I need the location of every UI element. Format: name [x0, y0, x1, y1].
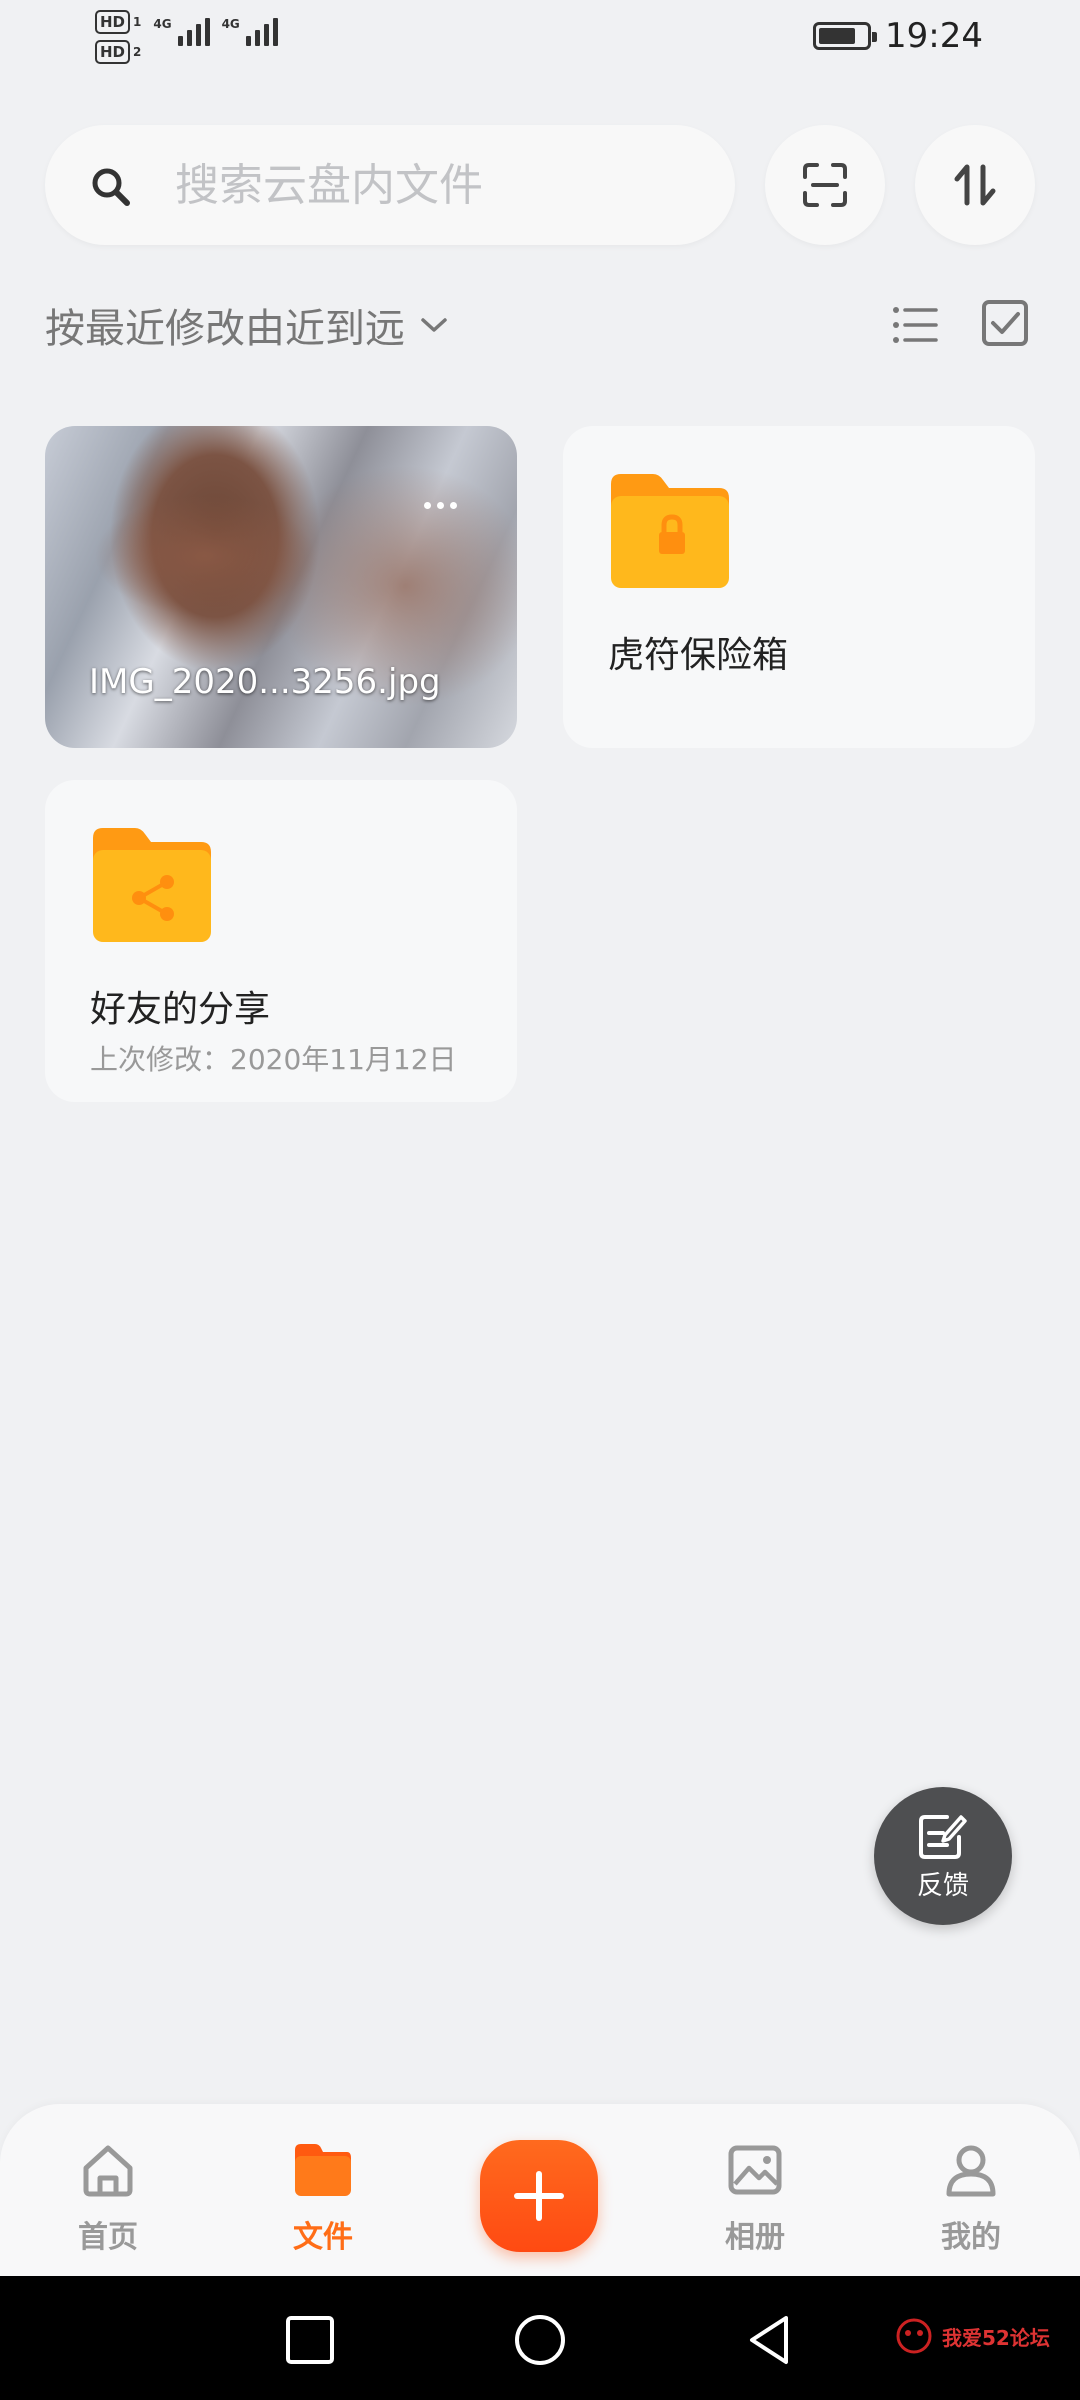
- lock-folder-icon: [611, 474, 729, 588]
- folder-name: 好友的分享: [90, 989, 271, 1030]
- scan-icon: [803, 163, 847, 207]
- tab-files[interactable]: 文件: [253, 2140, 393, 2256]
- signal-area: HD 1 HD 2 4G 4G: [95, 10, 278, 64]
- tab-album[interactable]: 相册: [685, 2140, 825, 2256]
- watermark: 我爱52论坛: [892, 2316, 1050, 2356]
- folder-name: 虎符保险箱: [608, 635, 789, 676]
- search-icon: [92, 168, 130, 206]
- album-icon: [728, 2145, 782, 2195]
- sort-label: 按最近修改由近到远: [45, 306, 405, 352]
- tab-label: 文件: [293, 2220, 353, 2255]
- search-input[interactable]: [175, 155, 695, 215]
- network-type: 4G: [221, 17, 240, 31]
- folder-icon: [295, 2144, 351, 2196]
- transfer-icon: [954, 164, 996, 206]
- hd-label: HD: [95, 40, 131, 64]
- tab-mine[interactable]: 我的: [901, 2140, 1041, 2256]
- search-bar[interactable]: [45, 125, 735, 245]
- file-card-image[interactable]: IMG_2020...3256.jpg: [45, 426, 517, 748]
- bottom-tab-bar: 首页 文件 相册 我的: [0, 2104, 1080, 2276]
- hd-label: HD: [95, 10, 131, 34]
- modified-date: 上次修改：2020年11月12日: [90, 1043, 457, 1076]
- tab-label: 首页: [78, 2220, 138, 2255]
- folder-card-vault[interactable]: 虎符保险箱: [563, 426, 1035, 748]
- home-nav-icon[interactable]: [512, 2312, 568, 2368]
- file-name: IMG_2020...3256.jpg: [89, 662, 441, 702]
- home-icon: [83, 2145, 133, 2197]
- list-view-icon[interactable]: [890, 300, 940, 350]
- chevron-down-icon: [421, 318, 447, 332]
- plus-icon: [514, 2171, 564, 2221]
- signal-strength-1-icon: 4G: [153, 17, 210, 46]
- status-bar: HD 1 HD 2 4G 4G 19:24: [0, 0, 1080, 80]
- watermark-text: 我爱52论坛: [942, 2325, 1050, 2350]
- tab-label: 相册: [725, 2220, 785, 2255]
- share-folder-icon: [93, 828, 211, 942]
- battery-icon: [813, 22, 878, 50]
- folder-card-shared[interactable]: 好友的分享 上次修改：2020年11月12日: [45, 780, 517, 1102]
- transfer-list-button[interactable]: [915, 125, 1035, 245]
- profile-icon: [946, 2145, 996, 2197]
- checkbox-icon[interactable]: [980, 298, 1030, 348]
- signal-strength-2-icon: 4G: [222, 18, 278, 46]
- tab-home[interactable]: 首页: [38, 2140, 178, 2256]
- tab-label: 我的: [941, 2220, 1001, 2255]
- sim1-hd-badge: HD 1: [95, 10, 141, 34]
- network-type: 4G: [153, 17, 172, 31]
- add-button[interactable]: [480, 2140, 598, 2252]
- clock: 19:24: [885, 16, 983, 56]
- sort-dropdown[interactable]: 按最近修改由近到远: [45, 296, 449, 354]
- sim-index: 1: [133, 15, 142, 29]
- scan-button[interactable]: [765, 125, 885, 245]
- feedback-label: 反馈: [916, 1870, 969, 1901]
- feedback-icon: [919, 1814, 967, 1859]
- watermark-logo-icon: [896, 2318, 932, 2354]
- battery-fill: [819, 28, 855, 44]
- back-icon[interactable]: [742, 2312, 798, 2368]
- sim2-hd-badge: HD 2: [95, 40, 141, 64]
- feedback-button[interactable]: 反馈: [874, 1787, 1012, 1925]
- sim-index: 2: [133, 45, 142, 59]
- recent-apps-icon[interactable]: [282, 2312, 338, 2368]
- system-navigation-bar: 我爱52论坛: [0, 2276, 1080, 2400]
- more-options-icon[interactable]: [424, 502, 457, 509]
